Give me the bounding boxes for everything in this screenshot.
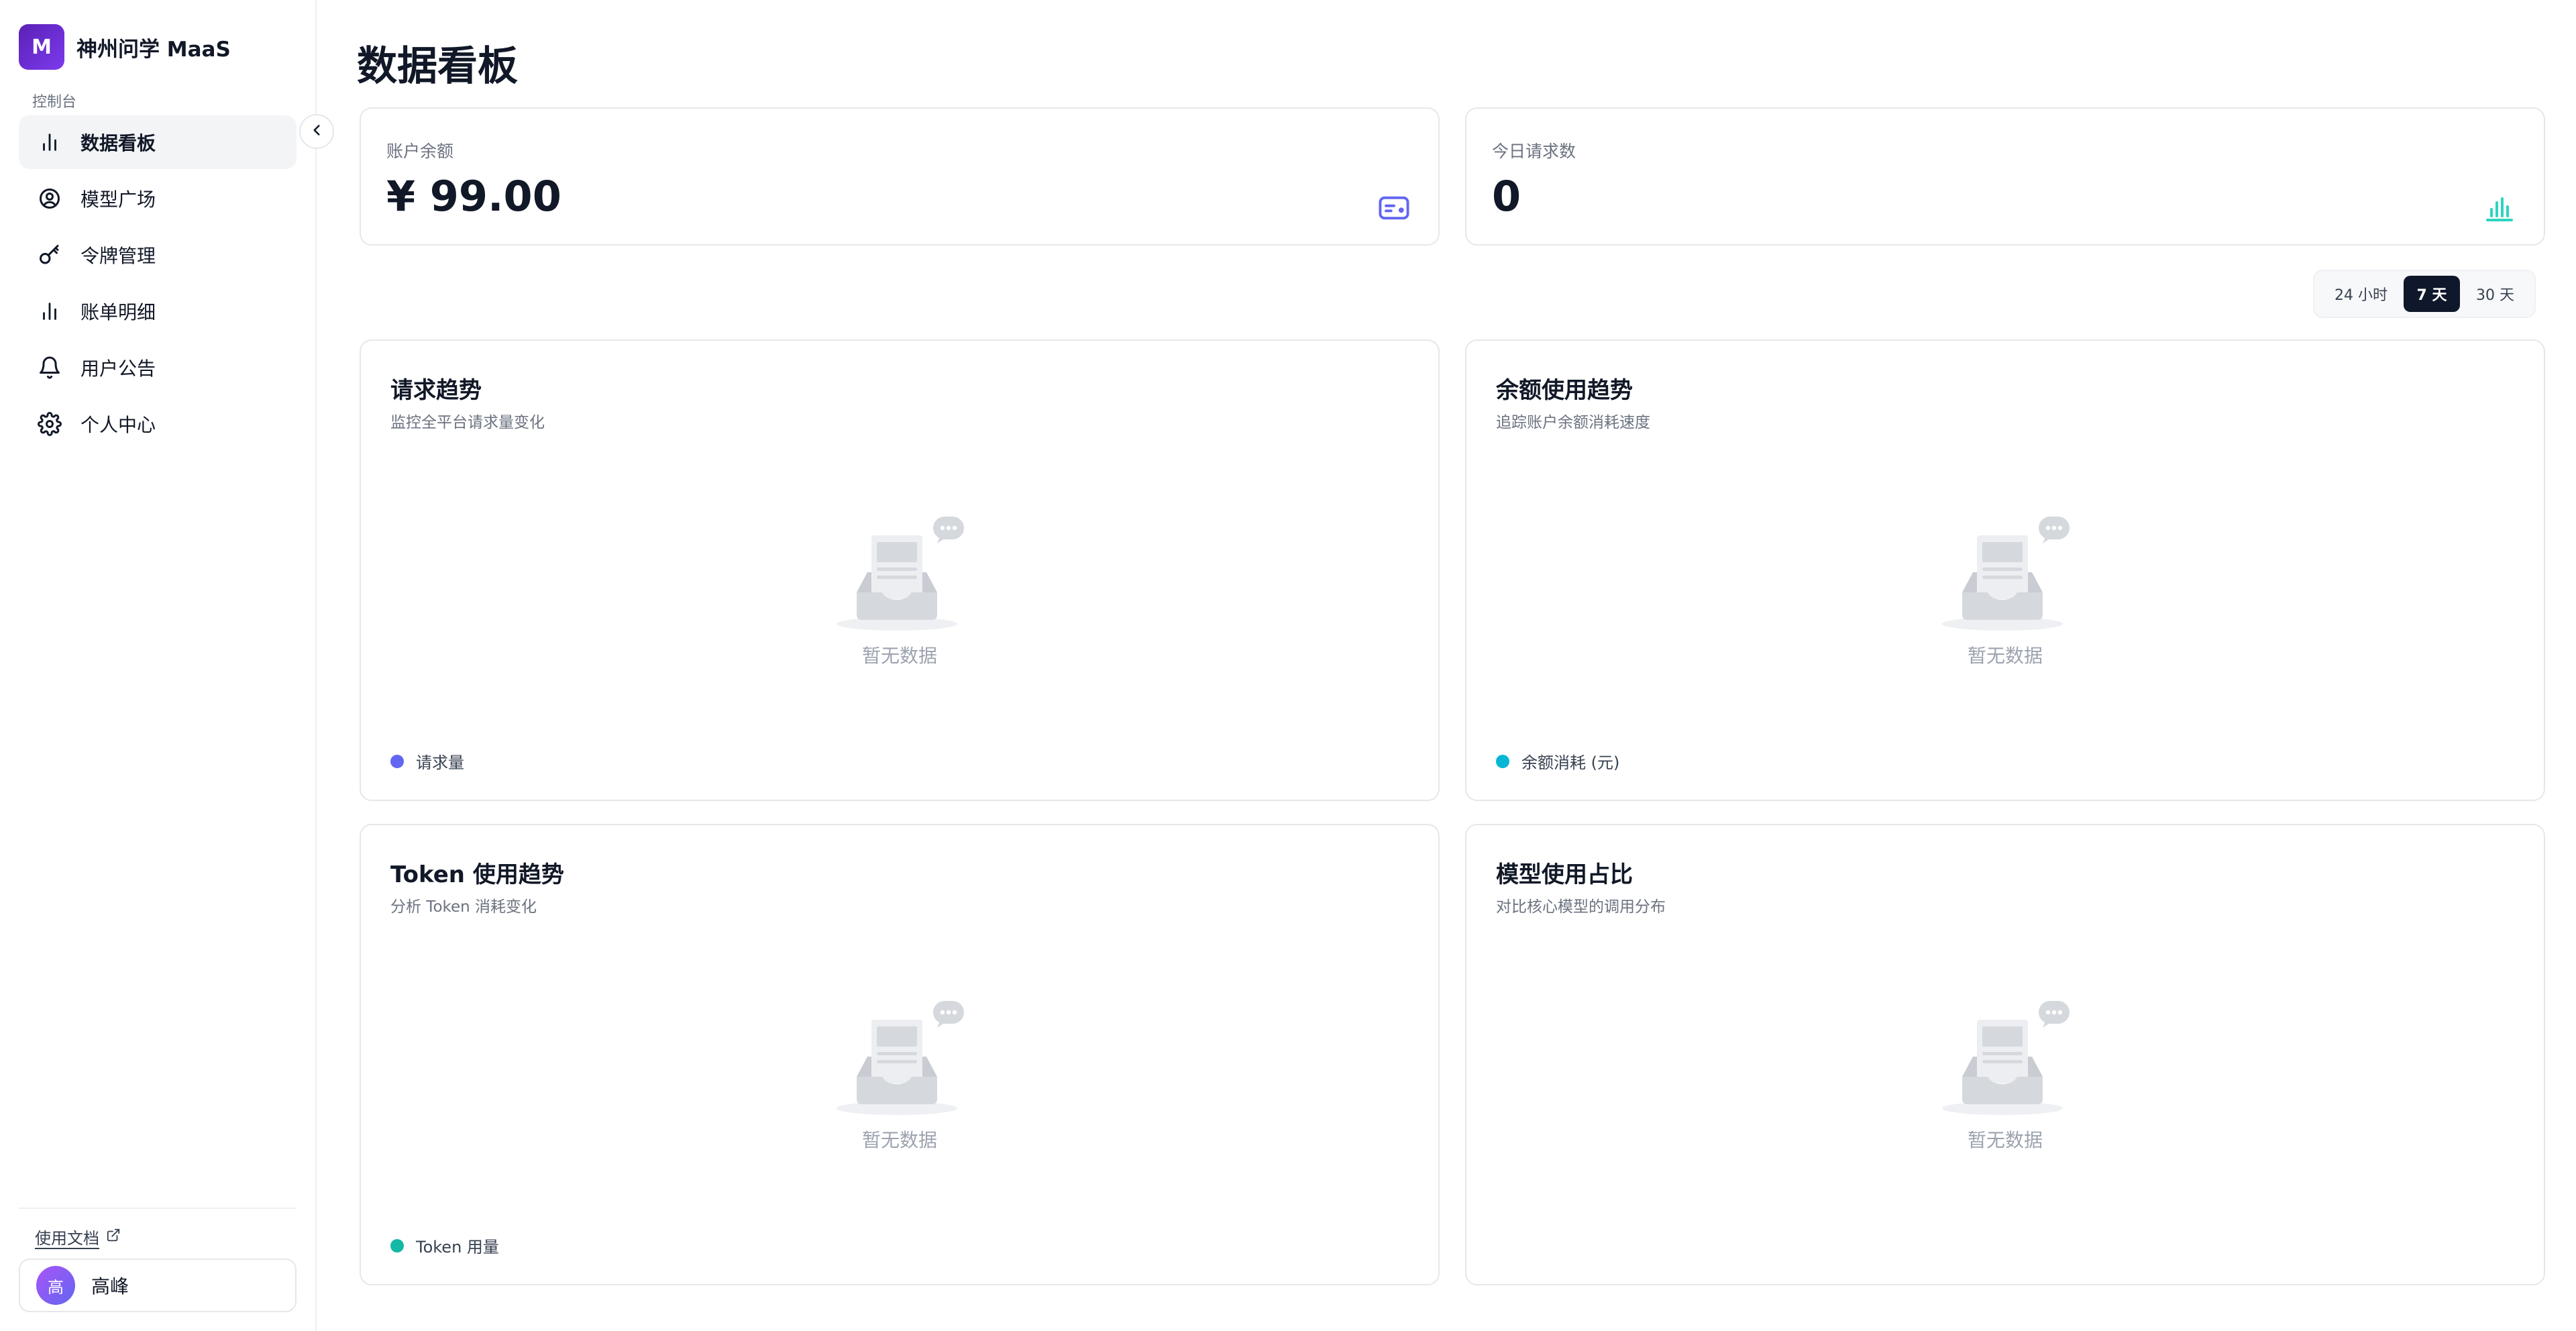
sidebar-item-label: 令牌管理 <box>80 245 156 267</box>
collapse-sidebar-button[interactable] <box>299 114 334 149</box>
user-name: 高峰 <box>91 1275 129 1297</box>
chart-subtitle: 追踪账户余额消耗速度 <box>1496 414 1650 431</box>
bar-chart-icon <box>35 297 64 326</box>
app-root: M 神州问学 MaaS 控制台 数据看板 模型广场 令牌管理 账单明细 用户公告… <box>0 0 2576 1331</box>
wallet-card-icon <box>1375 189 1413 227</box>
time-range-toggle: 24 小时 7 天 30 天 <box>2313 270 2536 318</box>
empty-inbox-icon <box>1938 502 2072 639</box>
bar-chart-icon <box>35 127 64 157</box>
brand[interactable]: M 神州问学 MaaS <box>19 24 231 70</box>
sidebar-item-dashboard[interactable]: 数据看板 <box>19 115 297 169</box>
range-7d-button[interactable]: 7 天 <box>2403 276 2461 312</box>
sidebar: M 神州问学 MaaS 控制台 数据看板 模型广场 令牌管理 账单明细 用户公告… <box>0 0 317 1331</box>
empty-state: 暂无数据 <box>1466 986 2544 1153</box>
sidebar-item-label: 模型广场 <box>80 189 156 211</box>
key-icon <box>35 240 64 270</box>
sidebar-divider <box>19 1208 297 1209</box>
docs-link-label: 使用文档 <box>35 1229 99 1248</box>
user-circle-icon <box>35 184 64 213</box>
bell-icon <box>35 353 64 382</box>
chart-card-model-share: 模型使用占比 对比核心模型的调用分布 暂无数据 <box>1465 824 2545 1285</box>
empty-text: 暂无数据 <box>1967 1129 2043 1151</box>
sidebar-nav: 数据看板 模型广场 令牌管理 账单明细 用户公告 个人中心 <box>19 115 297 454</box>
sidebar-item-announcements[interactable]: 用户公告 <box>19 341 297 394</box>
legend-dot <box>1496 754 1509 768</box>
chart-card-requests: 请求趋势 监控全平台请求量变化 暂无数据 请求量 <box>360 339 1440 801</box>
console-section-label: 控制台 <box>32 94 77 111</box>
sidebar-item-label: 数据看板 <box>80 132 156 154</box>
docs-link[interactable]: 使用文档 <box>35 1225 121 1248</box>
empty-text: 暂无数据 <box>861 1129 937 1151</box>
stat-value: ¥ 99.00 <box>386 172 561 221</box>
legend-label: 请求量 <box>416 753 464 772</box>
empty-text: 暂无数据 <box>861 645 937 667</box>
chart-legend: Token 用量 <box>390 1234 499 1257</box>
chart-card-tokens: Token 使用趋势 分析 Token 消耗变化 暂无数据 Token 用量 <box>360 824 1440 1285</box>
chart-legend: 余额消耗 (元) <box>1496 749 1619 773</box>
range-30d-button[interactable]: 30 天 <box>2463 276 2528 312</box>
legend-label: Token 用量 <box>416 1238 499 1257</box>
empty-text: 暂无数据 <box>1967 645 2043 667</box>
brand-logo: M <box>19 24 64 70</box>
stat-label: 今日请求数 <box>1492 142 1576 161</box>
legend-dot <box>390 1238 404 1253</box>
gear-icon <box>35 409 64 439</box>
user-card[interactable]: 高 高峰 <box>19 1259 297 1312</box>
chevron-left-icon <box>308 121 325 142</box>
stat-label: 账户余额 <box>386 142 454 161</box>
legend-dot <box>390 754 404 768</box>
chart-title: 模型使用占比 <box>1496 861 1633 888</box>
chart-title: Token 使用趋势 <box>390 861 564 888</box>
sidebar-item-token-management[interactable]: 令牌管理 <box>19 228 297 282</box>
chart-subtitle: 监控全平台请求量变化 <box>390 414 545 431</box>
chart-title: 余额使用趋势 <box>1496 377 1633 404</box>
empty-inbox-icon <box>833 986 967 1123</box>
legend-label: 余额消耗 (元) <box>1521 753 1620 772</box>
avatar: 高 <box>36 1266 75 1305</box>
sidebar-item-profile[interactable]: 个人中心 <box>19 397 297 451</box>
sidebar-item-label: 账单明细 <box>80 301 156 323</box>
empty-inbox-icon <box>1938 986 2072 1123</box>
chart-legend: 请求量 <box>390 749 464 773</box>
empty-inbox-icon <box>833 502 967 639</box>
sidebar-item-label: 用户公告 <box>80 358 156 380</box>
external-link-icon <box>106 1228 121 1246</box>
sidebar-item-billing[interactable]: 账单明细 <box>19 284 297 338</box>
range-24h-button[interactable]: 24 小时 <box>2321 276 2401 312</box>
brand-name: 神州问学 MaaS <box>76 37 231 62</box>
empty-state: 暂无数据 <box>1466 502 2544 668</box>
chart-subtitle: 分析 Token 消耗变化 <box>390 898 537 916</box>
empty-state: 暂无数据 <box>361 986 1438 1153</box>
page-title: 数据看板 <box>357 43 518 90</box>
stat-card-balance: 账户余额 ¥ 99.00 <box>360 107 1440 246</box>
empty-state: 暂无数据 <box>361 502 1438 668</box>
stat-value: 0 <box>1492 172 1521 221</box>
chart-subtitle: 对比核心模型的调用分布 <box>1496 898 1666 916</box>
chart-title: 请求趋势 <box>390 377 482 404</box>
sidebar-item-model-plaza[interactable]: 模型广场 <box>19 172 297 225</box>
sidebar-item-label: 个人中心 <box>80 414 156 436</box>
chart-card-balance: 余额使用趋势 追踪账户余额消耗速度 暂无数据 余额消耗 (元) <box>1465 339 2545 801</box>
stat-card-today-requests: 今日请求数 0 <box>1465 107 2545 246</box>
bar-chart-icon <box>2481 189 2518 227</box>
